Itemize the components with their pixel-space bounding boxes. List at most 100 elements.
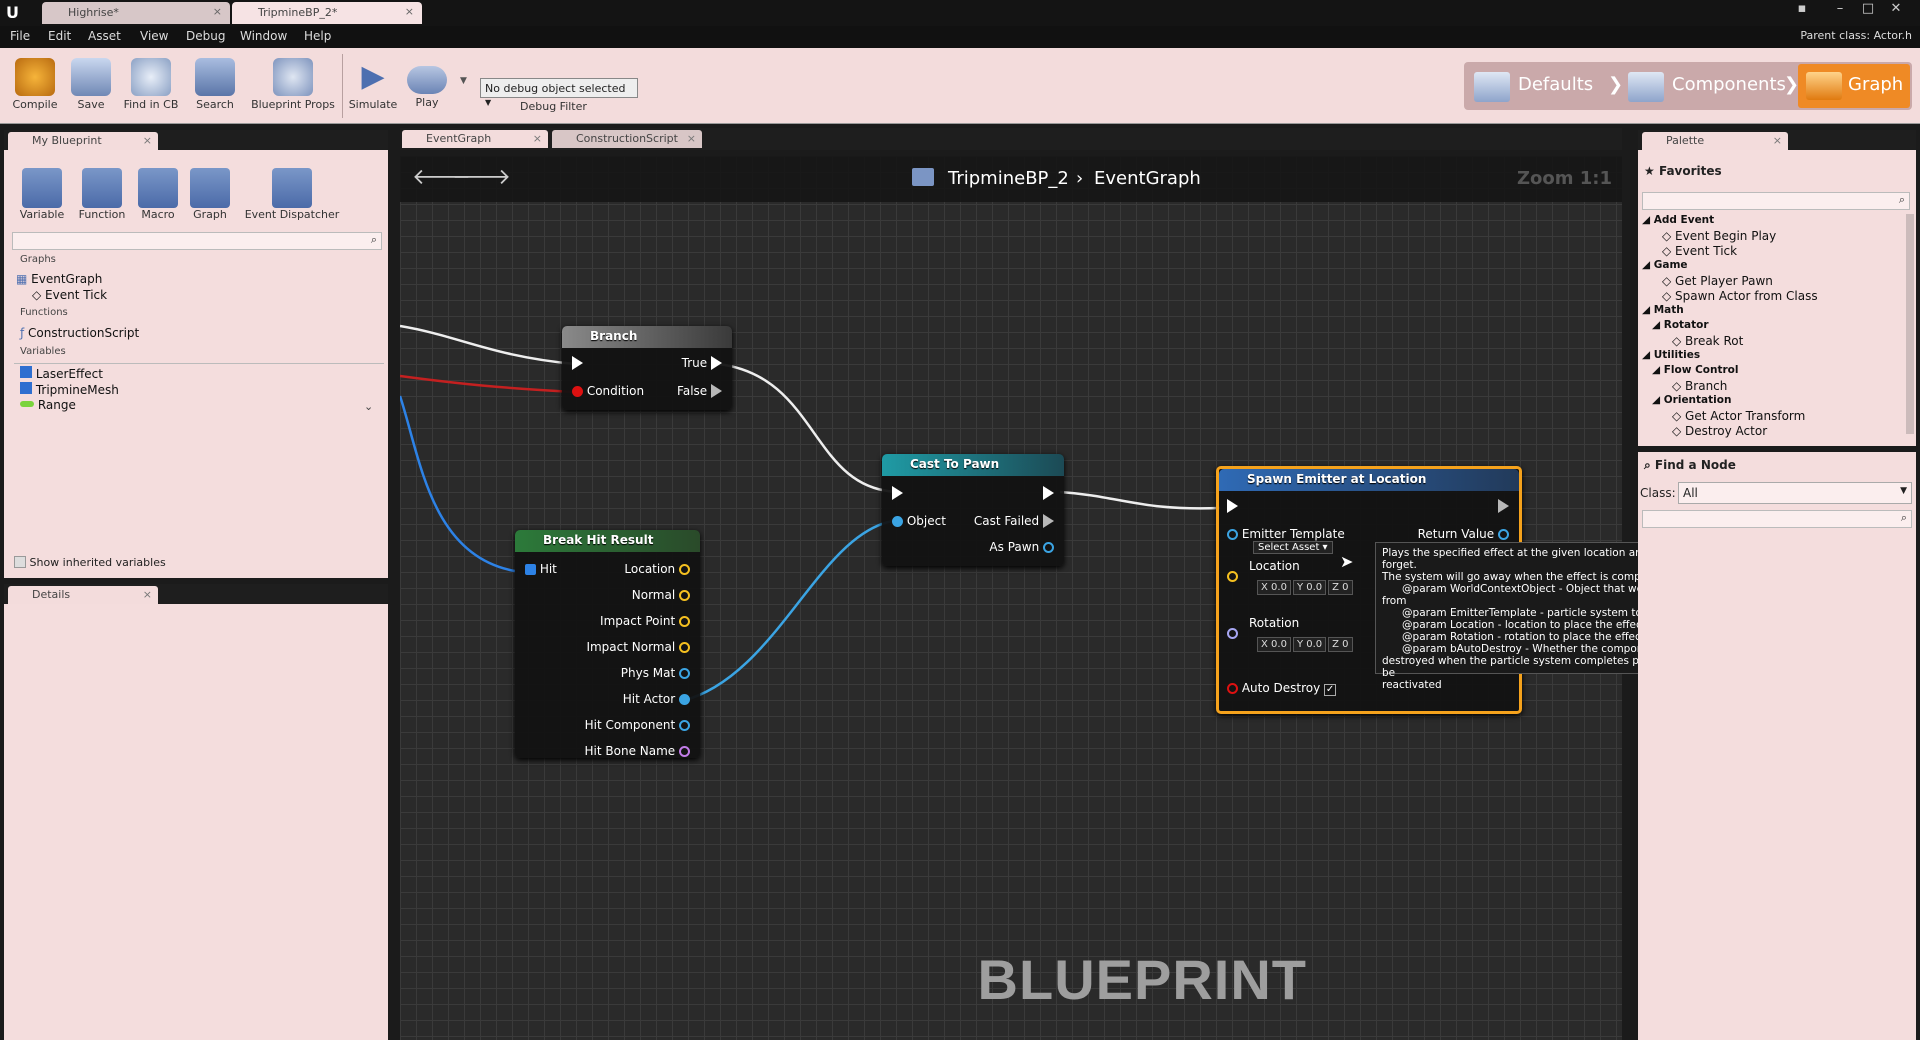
breadcrumb-graph[interactable]: EventGraph bbox=[1094, 168, 1201, 189]
palette-category[interactable]: ◢ Utilities bbox=[1642, 349, 1904, 364]
hit-bone-name-pin[interactable]: Hit Bone Name bbox=[585, 744, 690, 758]
impact-normal-pin[interactable]: Impact Normal bbox=[586, 640, 690, 654]
mode-graph[interactable]: Graph bbox=[1798, 64, 1910, 108]
palette-item[interactable]: ◇ Spawn Actor from Class bbox=[1642, 289, 1904, 304]
true-pin[interactable]: True bbox=[682, 356, 722, 370]
exec-in-pin[interactable] bbox=[1227, 499, 1238, 513]
palette-category[interactable]: ◢ Orientation bbox=[1642, 394, 1904, 409]
as-pawn-pin[interactable]: As Pawn bbox=[989, 540, 1054, 554]
close-window-icon[interactable]: ✕ bbox=[1886, 1, 1906, 17]
hit-pin[interactable]: Hit bbox=[525, 562, 557, 576]
close-icon[interactable]: × bbox=[687, 132, 696, 145]
exec-out-pin[interactable] bbox=[1498, 499, 1509, 513]
palette-category[interactable]: ◢ Add Event bbox=[1642, 214, 1904, 229]
rotation-pin[interactable] bbox=[1227, 626, 1238, 640]
palette-item[interactable]: ◇ Event Begin Play bbox=[1642, 229, 1904, 244]
tab-construction-script[interactable]: ConstructionScript × bbox=[552, 130, 702, 148]
blueprint-props-button[interactable]: Blueprint Props bbox=[248, 58, 338, 122]
condition-pin[interactable]: Condition bbox=[572, 384, 644, 398]
close-icon[interactable]: × bbox=[213, 5, 222, 18]
find-node-search-input[interactable]: ⌕ bbox=[1642, 510, 1912, 528]
menu-view[interactable]: View bbox=[140, 29, 168, 43]
close-icon[interactable]: × bbox=[405, 5, 414, 18]
rotation-y[interactable]: Y 0.0 bbox=[1292, 637, 1327, 652]
class-select[interactable]: All ▼ bbox=[1678, 482, 1912, 504]
close-icon[interactable]: × bbox=[533, 132, 542, 145]
hit-actor-pin[interactable]: Hit Actor bbox=[623, 692, 690, 706]
phys-mat-pin[interactable]: Phys Mat bbox=[621, 666, 690, 680]
maximize-icon[interactable]: □ bbox=[1858, 1, 1878, 17]
palette-item[interactable]: ◇ Destroy Actor bbox=[1642, 424, 1904, 439]
hit-component-pin[interactable]: Hit Component bbox=[585, 718, 690, 732]
variable-tripmine-mesh[interactable]: TripmineMesh bbox=[20, 382, 119, 397]
tab-eventgraph[interactable]: EventGraph × bbox=[402, 130, 548, 148]
palette-search-input[interactable]: ⌕ bbox=[1642, 192, 1910, 210]
mode-defaults[interactable]: Defaults bbox=[1518, 74, 1593, 95]
select-asset-dropdown[interactable]: Select Asset ▾ bbox=[1253, 541, 1333, 554]
exec-in-pin[interactable] bbox=[892, 486, 903, 500]
cast-failed-pin[interactable]: Cast Failed bbox=[974, 514, 1054, 528]
close-icon[interactable]: × bbox=[143, 134, 152, 147]
exec-out-pin[interactable] bbox=[1043, 486, 1054, 500]
chevron-down-icon[interactable]: ⌄ bbox=[364, 400, 373, 413]
my-blueprint-search-input[interactable]: ⌕ bbox=[12, 232, 382, 250]
menu-asset[interactable]: Asset bbox=[88, 29, 121, 43]
tree-item-event-tick[interactable]: ◇ Event Tick bbox=[32, 288, 107, 302]
location-pin[interactable]: Location bbox=[624, 562, 690, 576]
exec-in-pin[interactable] bbox=[572, 356, 583, 370]
return-value-pin[interactable]: Return Value bbox=[1418, 527, 1509, 541]
palette-item[interactable]: ◇ Branch bbox=[1642, 379, 1904, 394]
close-icon[interactable]: × bbox=[143, 588, 152, 601]
palette-scrollbar[interactable] bbox=[1906, 214, 1914, 434]
palette-item[interactable]: ◇ Event Tick bbox=[1642, 244, 1904, 259]
add-event-dispatcher-button[interactable]: Event Dispatcher bbox=[240, 168, 344, 221]
location-vector-input[interactable]: X 0.0 Y 0.0 Z 0 bbox=[1257, 579, 1355, 595]
search-button[interactable]: Search bbox=[182, 58, 248, 122]
mode-components[interactable]: Components bbox=[1672, 74, 1786, 95]
rotation-x[interactable]: X 0.0 bbox=[1257, 637, 1291, 652]
auto-destroy-pin[interactable]: Auto Destroy ✓ bbox=[1227, 681, 1337, 696]
tab-my-blueprint[interactable]: My Blueprint × bbox=[8, 132, 158, 150]
play-dropdown-icon[interactable]: ▼ bbox=[460, 76, 467, 86]
tab-palette[interactable]: Palette × bbox=[1642, 132, 1788, 150]
menu-file[interactable]: File bbox=[10, 29, 30, 43]
palette-category[interactable]: ◢ Rotator bbox=[1642, 319, 1904, 334]
menu-help[interactable]: Help bbox=[304, 29, 331, 43]
emitter-template-pin[interactable]: Emitter Template bbox=[1227, 527, 1345, 541]
location-z[interactable]: Z 0 bbox=[1328, 580, 1353, 595]
show-inherited-checkbox[interactable]: Show inherited variables bbox=[14, 556, 166, 569]
menu-debug[interactable]: Debug bbox=[186, 29, 225, 43]
object-pin[interactable]: Object bbox=[892, 514, 946, 528]
location-y[interactable]: Y 0.0 bbox=[1292, 580, 1327, 595]
palette-category[interactable]: ◢ Flow Control bbox=[1642, 364, 1904, 379]
rotation-vector-input[interactable]: X 0.0 Y 0.0 Z 0 bbox=[1257, 636, 1355, 652]
branch-node[interactable]: Branch True Condition False bbox=[562, 326, 732, 410]
cast-to-pawn-node[interactable]: Cast To Pawn Object Cast Failed As Pawn bbox=[882, 454, 1064, 566]
favorites-header[interactable]: ★ Favorites bbox=[1644, 164, 1722, 178]
tab-details[interactable]: Details × bbox=[8, 586, 158, 604]
minimize-icon[interactable]: – bbox=[1830, 1, 1850, 17]
window-tab-tripmine[interactable]: TripmineBP_2* × bbox=[232, 2, 422, 24]
forward-arrow-icon[interactable]: 🡒 bbox=[452, 164, 511, 190]
tree-item-eventgraph[interactable]: ▦ EventGraph bbox=[16, 272, 102, 286]
checkbox-checked-icon[interactable]: ✓ bbox=[1324, 684, 1337, 696]
add-function-button[interactable]: Function bbox=[70, 168, 134, 221]
menu-edit[interactable]: Edit bbox=[48, 29, 71, 43]
debug-object-select[interactable]: No debug object selected ▼ bbox=[480, 78, 638, 107]
menu-window[interactable]: Window bbox=[240, 29, 287, 43]
normal-pin[interactable]: Normal bbox=[632, 588, 690, 602]
impact-point-pin[interactable]: Impact Point bbox=[600, 614, 690, 628]
save-button[interactable]: Save bbox=[58, 58, 124, 122]
add-variable-button[interactable]: Variable bbox=[10, 168, 74, 221]
notification-icon[interactable]: ▪ bbox=[1792, 1, 1812, 17]
close-icon[interactable]: × bbox=[1773, 134, 1782, 147]
palette-item[interactable]: ◇ Break Rot bbox=[1642, 334, 1904, 349]
breadcrumb-blueprint[interactable]: TripmineBP_2 bbox=[948, 168, 1069, 189]
tree-item-construction-script[interactable]: ƒ ConstructionScript bbox=[20, 326, 139, 340]
palette-item[interactable]: ◇ Get Player Pawn bbox=[1642, 274, 1904, 289]
variable-range[interactable]: Range bbox=[20, 398, 76, 412]
window-tab-highrise[interactable]: Highrise* × bbox=[42, 2, 230, 24]
palette-category[interactable]: ◢ Game bbox=[1642, 259, 1904, 274]
rotation-z[interactable]: Z 0 bbox=[1328, 637, 1353, 652]
play-button[interactable]: Play bbox=[394, 58, 460, 122]
